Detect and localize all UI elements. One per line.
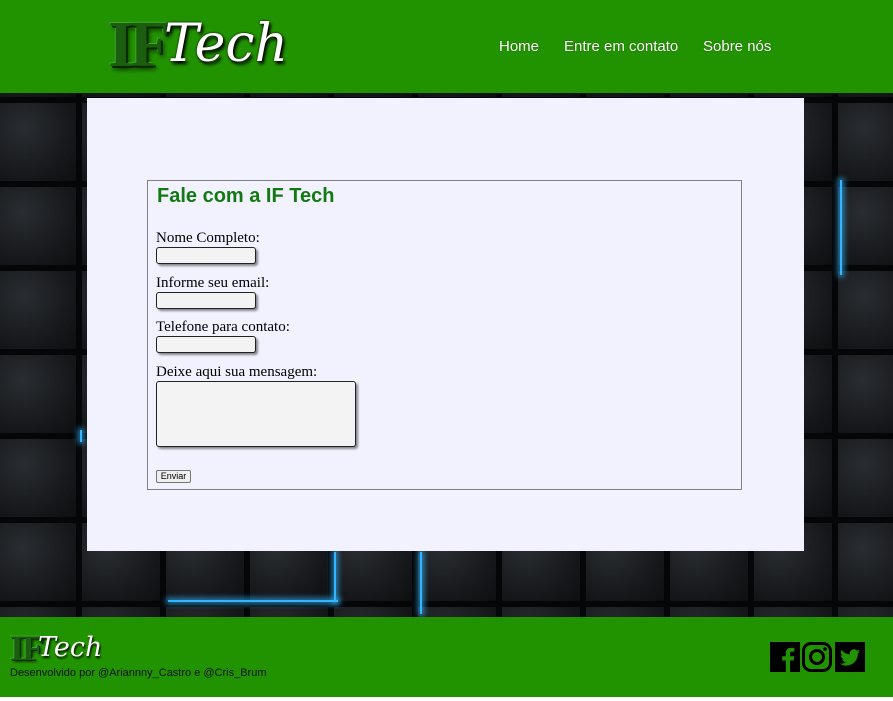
- name-field[interactable]: [156, 247, 256, 264]
- submit-button[interactable]: Enviar: [156, 470, 191, 483]
- email-label: Informe seu email:: [156, 275, 270, 291]
- background-glow-line: [840, 180, 842, 275]
- email-field[interactable]: [156, 292, 256, 309]
- footer-logo[interactable]: IF Tech: [10, 629, 110, 669]
- page-bottom: [0, 697, 893, 701]
- contact-form-title: Fale com a IF Tech: [157, 185, 335, 207]
- phone-label: Telefone para contato:: [156, 319, 290, 335]
- background-glow-line: [80, 430, 82, 442]
- background-glow-line: [168, 600, 338, 602]
- nav-link-contact[interactable]: Entre em contato: [564, 38, 678, 56]
- message-textarea[interactable]: [156, 381, 356, 447]
- footer-logo-suffix: Tech: [38, 632, 103, 663]
- nav-link-home[interactable]: Home: [499, 38, 539, 56]
- background-glow-line: [334, 552, 336, 602]
- site-footer: [0, 617, 893, 697]
- facebook-icon[interactable]: [770, 642, 800, 672]
- background-glow-line: [420, 552, 422, 614]
- name-label: Nome Completo:: [156, 230, 260, 246]
- nav-link-about[interactable]: Sobre nós: [703, 38, 771, 56]
- main-nav: Home Entre em contato Sobre nós: [0, 38, 893, 58]
- twitter-icon[interactable]: [835, 642, 865, 672]
- site-header: IF Tech Home Entre em contato Sobre nós: [0, 0, 893, 93]
- instagram-icon[interactable]: [802, 642, 832, 672]
- message-label: Deixe aqui sua mensagem:: [156, 364, 318, 380]
- phone-field[interactable]: [156, 336, 256, 353]
- footer-credits: Desenvolvido por @Ariannny_Castro e @Cri…: [10, 667, 267, 679]
